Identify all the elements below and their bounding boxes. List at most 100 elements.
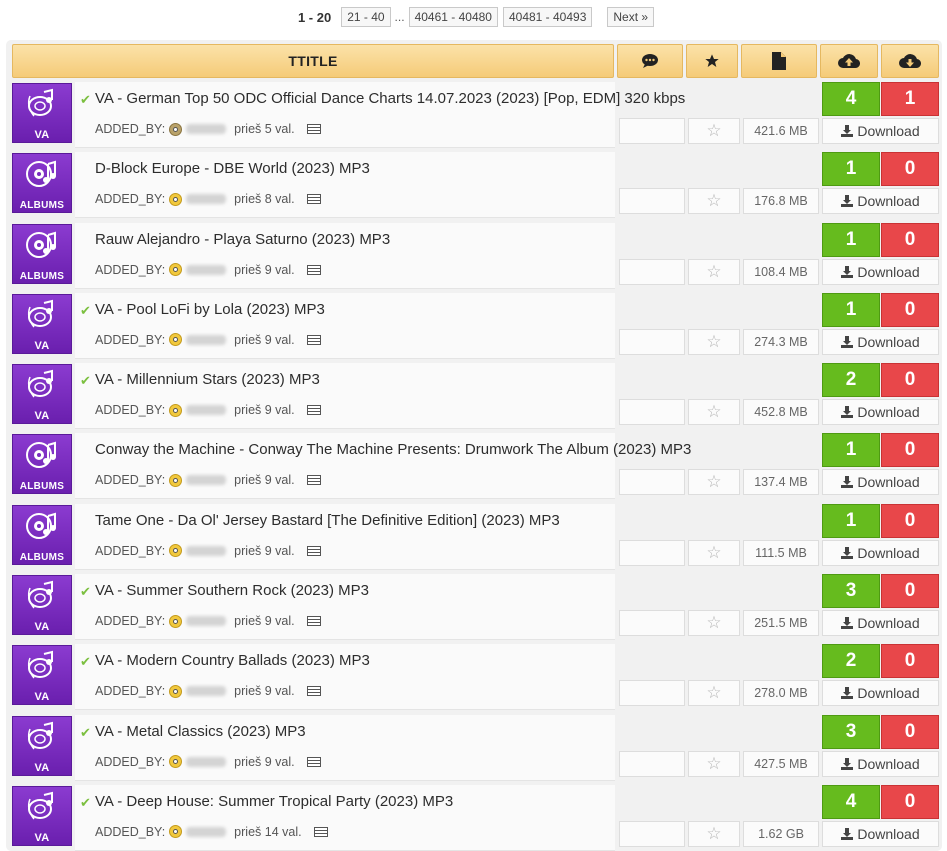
download-button[interactable]: Download [822,610,939,637]
nfo-icon[interactable] [306,475,321,486]
category-icon[interactable]: VA [12,715,72,776]
nfo-icon[interactable] [306,334,321,345]
uploader-name-blurred[interactable] [186,756,227,767]
star-icon[interactable]: ☆ [688,750,740,777]
uploader-name-blurred[interactable] [186,405,227,416]
torrent-title-link[interactable]: VA - Deep House: Summer Tropical Party (… [95,793,453,810]
file-icon[interactable] [741,44,817,78]
star-icon[interactable]: ☆ [688,188,740,215]
star-icon[interactable] [686,44,738,78]
uploader-name-blurred[interactable] [186,264,227,275]
category-icon[interactable]: ALBUMS [12,223,72,284]
download-button[interactable]: Download [822,750,939,777]
download-icon [841,265,854,278]
comments-count[interactable] [619,258,685,285]
download-button[interactable]: Download [822,469,939,496]
uploader-name-blurred[interactable] [186,545,227,556]
next-page-button[interactable]: Next » [607,7,655,27]
category-icon[interactable]: VA [12,575,72,636]
download-button[interactable]: Download [822,680,939,707]
nfo-icon[interactable] [306,616,321,627]
uploader-name-blurred[interactable] [186,475,227,486]
nfo-icon[interactable] [306,756,321,767]
uploader-name-blurred[interactable] [186,826,227,837]
table-row: ALBUMS Tame One - Da Ol' Jersey Bastard … [12,503,942,570]
comments-count[interactable] [619,750,685,777]
uploader-name-blurred[interactable] [186,686,227,697]
table-row: VA ✔ VA - Deep House: Summer Tropical Pa… [12,784,942,851]
seeders-count: 1 [822,503,880,538]
star-icon[interactable]: ☆ [688,680,740,707]
uploader-name-blurred[interactable] [186,616,227,627]
star-icon[interactable]: ☆ [688,399,740,426]
download-button[interactable]: Download [822,258,939,285]
nfo-icon[interactable] [306,405,321,416]
upload-time: prieš 9 val. [234,543,295,558]
nfo-icon[interactable] [306,545,321,556]
category-icon[interactable]: VA [12,645,72,706]
comments-count[interactable] [619,118,685,144]
download-button[interactable]: Download [822,118,939,144]
category-icon[interactable]: VA [12,785,72,846]
nfo-icon[interactable] [306,194,321,205]
category-icon[interactable]: VA [12,83,72,143]
nfo-icon[interactable] [306,264,321,275]
comments-count[interactable] [619,399,685,426]
added-by-label: ADDED_BY: [95,543,166,558]
category-icon[interactable]: VA [12,364,72,425]
uploader-name-blurred[interactable] [186,194,227,205]
star-icon[interactable]: ☆ [688,820,740,847]
torrent-title-link[interactable]: VA - Summer Southern Rock (2023) MP3 [95,582,369,599]
download-button[interactable]: Download [822,328,939,355]
uploader-name-blurred[interactable] [186,124,227,134]
category-icon[interactable]: VA [12,293,72,354]
cloud-download-icon[interactable] [881,44,939,78]
uploader-name-blurred[interactable] [186,334,227,345]
leechers-count: 0 [881,784,939,819]
download-button[interactable]: Download [822,188,939,215]
torrent-title-link[interactable]: VA - Millennium Stars (2023) MP3 [95,371,320,388]
star-icon[interactable]: ☆ [688,258,740,285]
download-button[interactable]: Download [822,820,939,847]
cloud-upload-icon[interactable] [820,44,878,78]
download-icon [841,546,854,559]
star-icon[interactable]: ☆ [688,539,740,566]
torrent-title-link[interactable]: Rauw Alejandro - Playa Saturno (2023) MP… [95,231,390,248]
nfo-icon[interactable] [306,686,321,697]
page-link[interactable]: 21 - 40 [341,7,391,27]
torrent-title-link[interactable]: VA - German Top 50 ODC Official Dance Ch… [95,90,685,107]
comments-count[interactable] [619,539,685,566]
page-link[interactable]: 40461 - 40480 [408,7,498,27]
comments-count[interactable] [619,188,685,215]
upload-time: prieš 8 val. [234,192,295,207]
torrent-title-link[interactable]: Tame One - Da Ol' Jersey Bastard [The De… [95,512,560,529]
page-link[interactable]: 40481 - 40493 [502,7,593,27]
added-by-label: ADDED_BY: [95,192,166,207]
comments-count[interactable] [619,680,685,707]
comments-count[interactable] [619,820,685,847]
download-button[interactable]: Download [822,539,939,566]
comments-count[interactable] [619,469,685,496]
category-icon[interactable]: ALBUMS [12,504,72,565]
download-button[interactable]: Download [822,399,939,426]
category-icon[interactable]: ALBUMS [12,153,72,214]
title-column-header[interactable]: TTITLE [12,44,614,78]
nfo-icon[interactable] [313,826,328,837]
torrent-title-link[interactable]: Conway the Machine - Conway The Machine … [95,441,691,458]
current-page: 1 - 20 [297,9,332,25]
category-icon[interactable]: ALBUMS [12,434,72,495]
torrent-title-link[interactable]: VA - Metal Classics (2023) MP3 [95,723,306,740]
torrent-title-link[interactable]: D-Block Europe - DBE World (2023) MP3 [95,160,370,177]
added-by-label: ADDED_BY: [95,262,166,277]
star-icon[interactable]: ☆ [688,328,740,355]
comments-count[interactable] [619,328,685,355]
torrent-title-link[interactable]: VA - Pool LoFi by Lola (2023) MP3 [95,301,325,318]
star-icon[interactable]: ☆ [688,118,740,144]
added-by-label: ADDED_BY: [95,473,166,488]
torrent-title-link[interactable]: VA - Modern Country Ballads (2023) MP3 [95,652,370,669]
comments-count[interactable] [619,610,685,637]
star-icon[interactable]: ☆ [688,610,740,637]
comments-icon[interactable] [617,44,683,78]
star-icon[interactable]: ☆ [688,469,740,496]
nfo-icon[interactable] [306,124,321,134]
